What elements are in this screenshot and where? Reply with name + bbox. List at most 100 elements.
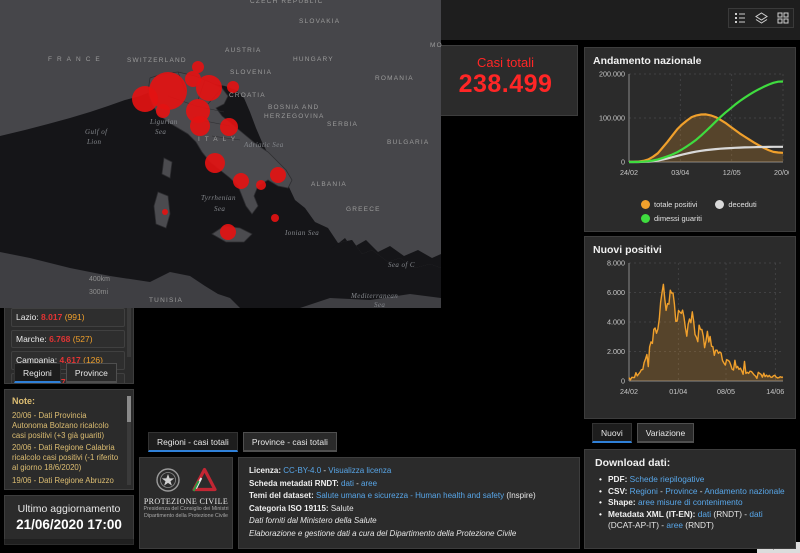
- link[interactable]: Andamento nazionale: [704, 486, 784, 496]
- case-bubble[interactable]: [233, 173, 249, 189]
- legend-row: dimessi guariti: [641, 214, 757, 223]
- nuovi-variazione-tabs: NuoviVariazione: [592, 423, 694, 443]
- notes-scrollbar[interactable]: [127, 396, 131, 485]
- license-line: Dati forniti dal Ministero della Salute: [249, 515, 569, 528]
- andamento-legend: totale positivideceduti dimessi guariti: [641, 200, 757, 228]
- link[interactable]: Schede riepilogative: [630, 474, 705, 484]
- case-bubble[interactable]: [156, 104, 170, 118]
- legend-row: totale positivideceduti: [641, 200, 757, 209]
- dashboard: Dipartimento della Protezione Civile COV…: [0, 0, 800, 553]
- scale-mi: 300mi: [89, 289, 108, 296]
- download-item: PDF: Schede riepilogative: [595, 474, 785, 486]
- text-segment: (Inspire): [504, 491, 536, 500]
- link[interactable]: CC-BY-4.0: [283, 466, 321, 475]
- link[interactable]: Visualizza licenza: [328, 466, 391, 475]
- nuovi-title: Nuovi positivi: [593, 244, 787, 257]
- org-line2: Dipartimento della Protezione Civile: [140, 513, 232, 520]
- stat-label: Casi totali: [434, 55, 577, 70]
- tab-nuovi[interactable]: Nuovi: [592, 423, 632, 443]
- stat-value: 238.499: [434, 70, 577, 98]
- text-segment: Dati forniti dal Ministero della Salute: [249, 516, 377, 525]
- map-sea-label: Ligurian: [150, 118, 178, 126]
- case-bubble[interactable]: [256, 180, 266, 190]
- andamento-nazionale-panel: Andamento nazionale 200.000100.000024/02…: [584, 47, 796, 232]
- map-sea-label: Sea: [374, 301, 385, 308]
- case-bubble[interactable]: [271, 214, 279, 222]
- map-sea-label: Mediterranean: [351, 292, 398, 300]
- svg-text:2.000: 2.000: [607, 347, 625, 356]
- map-sea-label: Ionian Sea: [285, 229, 319, 237]
- case-bubble[interactable]: [205, 153, 225, 173]
- case-bubble[interactable]: [132, 86, 158, 112]
- map-sea-label: Adriatic Sea: [244, 141, 284, 149]
- region-tabs: RegioniProvince: [14, 363, 117, 383]
- svg-text:20/06: 20/06: [774, 168, 789, 177]
- tab-regioni[interactable]: Regioni: [14, 363, 61, 383]
- scrollbar-thumb[interactable]: [127, 396, 131, 422]
- map-country-label: HUNGARY: [293, 56, 334, 63]
- legend-item: dimessi guariti: [641, 214, 702, 223]
- download-item: Shape: aree misure di contenimento: [595, 497, 785, 509]
- text-segment: -: [354, 479, 361, 488]
- case-bubble[interactable]: [220, 224, 236, 240]
- link[interactable]: aree misure di contenimento: [638, 497, 743, 507]
- map-sea-label: Tyrrhenian: [201, 194, 236, 202]
- link[interactable]: Province: [665, 486, 697, 496]
- map-country-label: FRANCE: [48, 56, 105, 63]
- license-line: Scheda metadati RNDT: dati - aree: [249, 478, 569, 491]
- org-name: PROTEZIONE CIVILE: [140, 497, 232, 506]
- legend-dot-icon: [715, 200, 724, 209]
- svg-text:0: 0: [621, 158, 625, 167]
- map-country-label: CROATIA: [229, 92, 266, 99]
- legend-label: deceduti: [728, 200, 756, 209]
- case-bubble[interactable]: [270, 167, 286, 183]
- link[interactable]: aree: [666, 520, 683, 530]
- svg-text:4.000: 4.000: [607, 318, 625, 327]
- link[interactable]: Regioni: [630, 486, 658, 496]
- map-country-label: AUSTRIA: [225, 47, 262, 54]
- map-sea-label: Sea of C: [388, 261, 415, 269]
- last-update-panel: Ultimo aggiornamento 21/06/2020 17:00: [4, 495, 134, 545]
- region-positivi: (991): [65, 312, 85, 322]
- download-item: CSV: Regioni - Province - Andamento nazi…: [595, 486, 785, 498]
- download-items: PDF: Schede riepilogativeCSV: Regioni - …: [595, 474, 785, 532]
- map-tabs: Regioni - casi totaliProvince - casi tot…: [148, 432, 337, 452]
- link[interactable]: dati: [698, 509, 711, 519]
- svg-text:14/06: 14/06: [766, 387, 784, 396]
- map-country-label: ITALY: [198, 136, 240, 143]
- region-total: 6.768: [49, 334, 70, 344]
- svg-text:12/05: 12/05: [723, 168, 741, 177]
- text-segment: Temi del dataset:: [249, 491, 316, 500]
- svg-text:0: 0: [621, 377, 625, 386]
- svg-text:8.000: 8.000: [607, 259, 625, 268]
- link[interactable]: aree: [361, 479, 377, 488]
- map-country-label: TUNISIA: [149, 297, 183, 304]
- svg-text:03/04: 03/04: [671, 168, 689, 177]
- case-bubble[interactable]: [220, 118, 238, 136]
- text-segment: Metadata XML (IT-EN):: [608, 509, 698, 519]
- tab-province-casi-totali[interactable]: Province - casi totali: [243, 432, 337, 452]
- repubblica-italiana-emblem-icon: [154, 466, 182, 494]
- tab-regioni-casi-totali[interactable]: Regioni - casi totali: [148, 432, 238, 452]
- download-title: Download dati:: [595, 457, 785, 470]
- map[interactable]: CZECH REPUBLICFRANCESWITZERLANDAUSTRIASL…: [0, 0, 441, 308]
- license-line: Elaborazione e gestione dati a cura del …: [249, 528, 569, 541]
- tab-variazione[interactable]: Variazione: [637, 423, 695, 443]
- download-panel: Download dati: PDF: Schede riepilogative…: [584, 449, 796, 549]
- link[interactable]: dati: [341, 479, 354, 488]
- map-country-label: BOSNIA AND: [268, 104, 319, 111]
- text-segment: (RNDT) -: [711, 509, 749, 519]
- svg-text:24/02: 24/02: [620, 168, 638, 177]
- legend-label: dimessi guariti: [654, 214, 702, 223]
- tab-province[interactable]: Province: [66, 363, 117, 383]
- map-country-label: CZECH REPUBLIC: [250, 0, 324, 5]
- link[interactable]: Salute umana e sicurezza - Human health …: [316, 491, 504, 500]
- legend-dot-icon: [641, 214, 650, 223]
- link[interactable]: dati: [749, 509, 762, 519]
- map-country-label: SWITZERLAND: [127, 57, 187, 64]
- text-segment: Categoria ISO 19115:: [249, 504, 331, 513]
- case-bubble[interactable]: [190, 116, 210, 136]
- case-bubble[interactable]: [162, 209, 168, 215]
- case-bubble[interactable]: [196, 75, 222, 101]
- note-entry: 20/06 - Dati Regione Calabria ricalcolo …: [12, 443, 123, 472]
